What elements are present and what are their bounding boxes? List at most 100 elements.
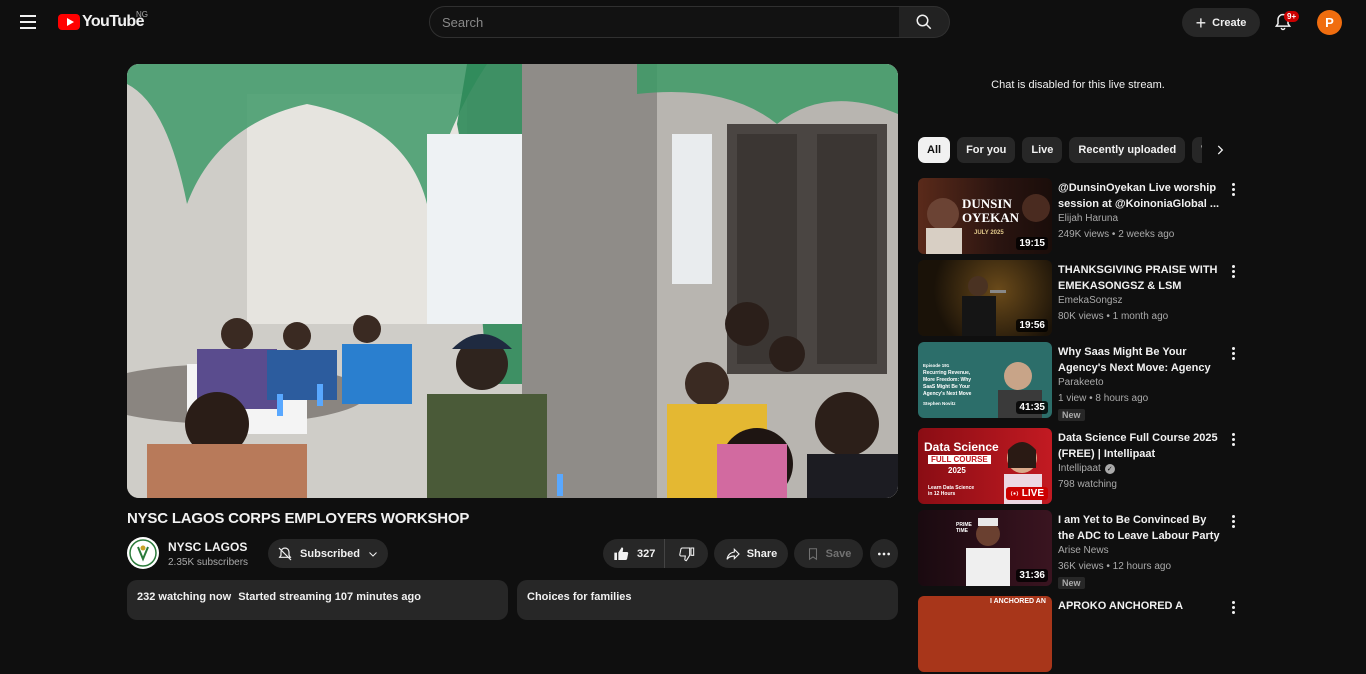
rec-title: @DunsinOyekan Live worship session at @K… [1058, 182, 1220, 210]
channel-name[interactable]: NYSC LAGOS [168, 540, 247, 554]
video-thumbnail: 19:56 [918, 260, 1052, 336]
share-button[interactable]: Share [714, 539, 788, 568]
guide-menu-button[interactable] [16, 10, 40, 34]
chip-watched[interactable]: W [1192, 137, 1202, 163]
live-broadcast-icon [1010, 490, 1018, 497]
thumbnail-subtext: Learn Data Science in 12 Hours [928, 485, 975, 497]
share-icon [726, 547, 740, 560]
thumbnail-subtext: JULY 2025 [974, 230, 1004, 236]
chevron-right-icon [1217, 145, 1224, 155]
share-label: Share [746, 547, 778, 560]
save-label: Save [825, 547, 852, 560]
families-title: Choices for families [527, 591, 632, 603]
chips-next-button[interactable] [1208, 138, 1232, 162]
recommendation-item[interactable]: Episode 191 Recurring Revenue, More Free… [918, 342, 1244, 421]
recommendation-item[interactable]: PRIME TIME 31:36 I am Yet to Be Convince… [918, 510, 1244, 589]
live-label: LIVE [1021, 488, 1044, 499]
notification-badge: 9+ [1284, 11, 1300, 22]
recommendation-item[interactable]: Data Science FULL COURSE 2025 Learn Data… [918, 428, 1244, 506]
rec-age: 1 month ago [1112, 311, 1169, 322]
thumbnail-text: OYEKAN [962, 210, 1020, 225]
video-frame-image [127, 64, 898, 498]
rec-channel-name: Elijah Haruna [1058, 213, 1119, 224]
rec-channel: Elijah Haruna [1058, 213, 1118, 224]
rec-title: THANKSGIVING PRAISE WITH EMEKASONGSZ & L… [1058, 264, 1218, 292]
channel-avatar[interactable] [127, 537, 159, 569]
rec-menu-button[interactable] [1226, 598, 1240, 616]
chat-disabled-message: Chat is disabled for this live stream. [991, 79, 1165, 91]
chip-live[interactable]: Live [1022, 137, 1063, 163]
more-actions-button[interactable] [870, 539, 898, 568]
chip-all[interactable]: All [918, 137, 951, 163]
watching-count: 232 watching now [137, 591, 232, 603]
rec-channel: EmekaSongsz [1058, 295, 1122, 306]
menu-line [20, 21, 36, 23]
rec-channel-name: Intellipaat [1058, 463, 1101, 474]
rec-title: I am Yet to Be Convinced By the ADC to L… [1058, 514, 1220, 542]
rec-views: 80K views [1058, 311, 1104, 322]
video-player[interactable] [127, 64, 898, 498]
account-avatar[interactable]: P [1317, 10, 1342, 35]
recommendation-item[interactable]: DUNSIN OYEKAN JULY 2025 19:15 @DunsinOye… [918, 178, 1244, 256]
related-filter-chips: All For you Live Recently uploaded W [918, 137, 1202, 163]
chip-recently-uploaded[interactable]: Recently uploaded [1069, 137, 1186, 163]
recommendation-item[interactable]: 19:56 THANKSGIVING PRAISE WITH EMEKASONG… [918, 260, 1244, 338]
masthead: YouTube NG + Create 9+ P [0, 0, 1366, 44]
rec-meta: 80K views • 1 month ago [1058, 311, 1169, 322]
streaming-started: Started streaming 107 minutes ago [238, 591, 421, 603]
rec-menu-button[interactable] [1226, 262, 1240, 280]
thumbnail-text: 2025 [948, 466, 966, 475]
search-icon [916, 14, 932, 30]
rec-channel-name: EmekaSongsz [1058, 295, 1123, 306]
thumbnail-text: Agency's Next Move [923, 391, 972, 397]
youtube-logo[interactable]: YouTube NG [58, 10, 148, 31]
rec-menu-button[interactable] [1226, 344, 1240, 362]
video-thumbnail: I ANCHORED AN [918, 596, 1052, 672]
video-thumbnail: Data Science FULL COURSE 2025 Learn Data… [918, 428, 1052, 504]
rec-meta: 1 view • 8 hours ago [1058, 393, 1149, 404]
recommendation-item[interactable]: I ANCHORED AN APROKO ANCHORED A [918, 596, 1244, 674]
dislike-button[interactable] [665, 539, 708, 568]
chip-for-you[interactable]: For you [957, 137, 1016, 163]
video-duration: 41:35 [1016, 401, 1048, 414]
search-button[interactable] [899, 6, 950, 38]
search-input[interactable] [442, 14, 887, 30]
create-button[interactable]: + Create [1182, 8, 1260, 37]
video-duration: 19:15 [1016, 237, 1048, 250]
like-button[interactable]: 327 [603, 539, 665, 568]
rec-menu-button[interactable] [1226, 430, 1240, 448]
rec-age: 12 hours ago [1112, 561, 1172, 572]
country-code: NG [136, 10, 148, 19]
description-box[interactable]: 232 watching now Started streaming 107 m… [127, 580, 508, 620]
rec-meta: 798 watching [1058, 479, 1117, 490]
subscribed-button[interactable]: Subscribed [268, 539, 388, 568]
video-duration: 19:56 [1016, 319, 1048, 332]
verified-check-icon: ✓ [1104, 463, 1115, 474]
bookmark-icon [808, 547, 817, 560]
rec-views: 249K views [1058, 229, 1110, 240]
youtube-play-icon [58, 14, 80, 30]
like-count: 327 [637, 547, 656, 560]
rec-menu-button[interactable] [1226, 512, 1240, 530]
video-title: NYSC LAGOS CORPS EMPLOYERS WORKSHOP [127, 510, 470, 527]
video-thumbnail: PRIME TIME 31:36 [918, 510, 1052, 586]
create-label: Create [1212, 16, 1247, 29]
rec-age: 2 weeks ago [1118, 229, 1175, 240]
subscribed-label: Subscribed [300, 547, 360, 560]
rec-menu-button[interactable] [1226, 180, 1240, 198]
thumbnail-text: I ANCHORED AN [990, 598, 1046, 605]
thumbnail-text: SaaS Might Be Your [923, 384, 971, 390]
subscriber-count: 2.35K subscribers [168, 557, 249, 568]
save-button[interactable]: Save [794, 539, 863, 568]
rec-meta: 249K views • 2 weeks ago [1058, 229, 1175, 240]
rec-channel: Parakeeto [1058, 377, 1104, 388]
rec-title: Why Saas Might Be Your Agency's Next Mov… [1058, 346, 1211, 374]
nysc-logo-icon [129, 539, 157, 567]
chevron-down-icon [369, 551, 377, 557]
rec-channel: Arise News [1058, 545, 1109, 556]
video-thumbnail: Episode 191 Recurring Revenue, More Free… [918, 342, 1052, 418]
search-box [429, 6, 900, 38]
video-thumbnail: DUNSIN OYEKAN JULY 2025 19:15 [918, 178, 1052, 254]
bell-slash-icon [278, 546, 292, 560]
plus-icon: + [1195, 12, 1207, 33]
